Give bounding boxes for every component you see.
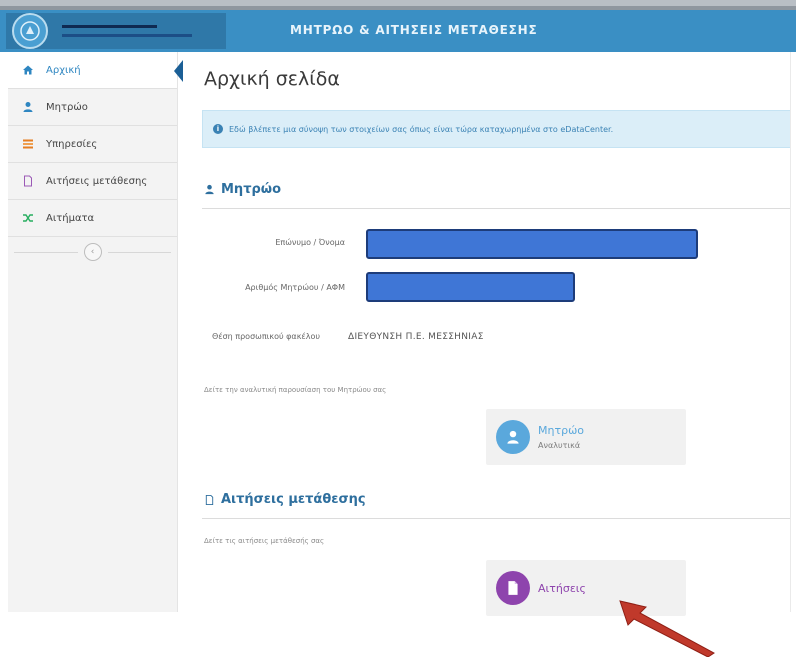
section-divider (202, 518, 796, 519)
sidebar: Αρχική Μητρώο Υπηρεσίες Αιτήσεις μετάθεσ… (8, 52, 183, 612)
document-icon (20, 173, 36, 189)
sidebar-item-services[interactable]: Υπηρεσίες (8, 126, 177, 163)
page-title: Αρχική σελίδα (204, 68, 340, 90)
registry-hint: Δείτε την αναλυτική παρουσίαση του Μητρώ… (204, 386, 387, 394)
field-label-registry-number: Αριθμός Μητρώου / ΑΦΜ (245, 283, 345, 292)
document-circle-icon (496, 571, 530, 605)
section-divider (202, 208, 796, 209)
ministry-logo[interactable] (6, 13, 226, 49)
field-value-file-location: ΔΙΕΥΘΥΝΣΗ Π.Ε. ΜΕΣΣΗΝΙΑΣ (348, 332, 484, 342)
section-title-text: Αιτήσεις μετάθεσης (221, 492, 366, 507)
sidebar-item-registry[interactable]: Μητρώο (8, 89, 177, 126)
sidebar-collapse-toggle[interactable]: ‹ (8, 237, 177, 267)
transfer-section-title: Αιτήσεις μετάθεσης (204, 492, 366, 507)
info-icon: i (213, 124, 223, 134)
shuffle-icon (20, 210, 36, 226)
section-title-text: Μητρώο (221, 182, 282, 197)
chevron-left-icon: ‹ (83, 243, 102, 261)
user-circle-icon (496, 420, 530, 454)
home-icon (20, 62, 36, 78)
list-icon (20, 136, 36, 152)
sidebar-item-home[interactable]: Αρχική (8, 52, 183, 89)
user-icon (205, 184, 214, 195)
annotation-arrow-icon (619, 600, 715, 657)
logo-text (62, 25, 192, 37)
user-icon (20, 99, 36, 115)
field-label-name: Επώνυμο / Όνομα (275, 238, 345, 247)
sidebar-item-label: Αιτήματα (46, 212, 95, 224)
sidebar-item-requests[interactable]: Αιτήματα (8, 200, 177, 237)
transfer-hint: Δείτε τις αιτήσεις μετάθεσής σας (204, 537, 325, 545)
field-label-file-location: Θέση προσωπικού φακέλου (211, 332, 320, 341)
app-title: ΜΗΤΡΩΟ & ΑΙΤΗΣΕΙΣ ΜΕΤΑΘΕΣΗΣ (290, 23, 538, 37)
sidebar-item-label: Μητρώο (46, 101, 88, 113)
redacted-registry-number-value (366, 272, 575, 302)
redacted-name-value (366, 229, 698, 259)
top-edge (0, 0, 796, 10)
main-content: Αρχική σελίδα i Εδώ βλέπετε μια σύνοψη τ… (190, 52, 796, 616)
scrollbar-track[interactable] (790, 52, 796, 612)
registry-tile-title: Μητρώο (538, 424, 585, 437)
sidebar-item-label: Υπηρεσίες (46, 138, 98, 150)
sidebar-item-transfer-requests[interactable]: Αιτήσεις μετάθεσης (8, 163, 177, 200)
app-window: ΜΗΤΡΩΟ & ΑΙΤΗΣΕΙΣ ΜΕΤΑΘΕΣΗΣ Αρχική Μητρώ… (0, 0, 796, 660)
info-message: Εδώ βλέπετε μια σύνοψη των στοιχείων σας… (229, 124, 614, 134)
registry-section-title: Μητρώο (204, 182, 281, 197)
registry-tile-subtitle: Αναλυτικά (538, 441, 581, 450)
document-icon (205, 494, 214, 505)
registry-tile-button[interactable]: Μητρώο Αναλυτικά (486, 409, 686, 465)
app-header: ΜΗΤΡΩΟ & ΑΙΤΗΣΕΙΣ ΜΕΤΑΘΕΣΗΣ (0, 10, 796, 52)
sidebar-item-label: Αρχική (46, 64, 81, 76)
active-indicator (174, 60, 183, 82)
seal-icon (12, 13, 48, 49)
sidebar-item-label: Αιτήσεις μετάθεσης (46, 175, 148, 187)
info-alert: i Εδώ βλέπετε μια σύνοψη των στοιχείων σ… (202, 110, 796, 148)
transfer-tile-title: Αιτήσεις (538, 581, 586, 595)
